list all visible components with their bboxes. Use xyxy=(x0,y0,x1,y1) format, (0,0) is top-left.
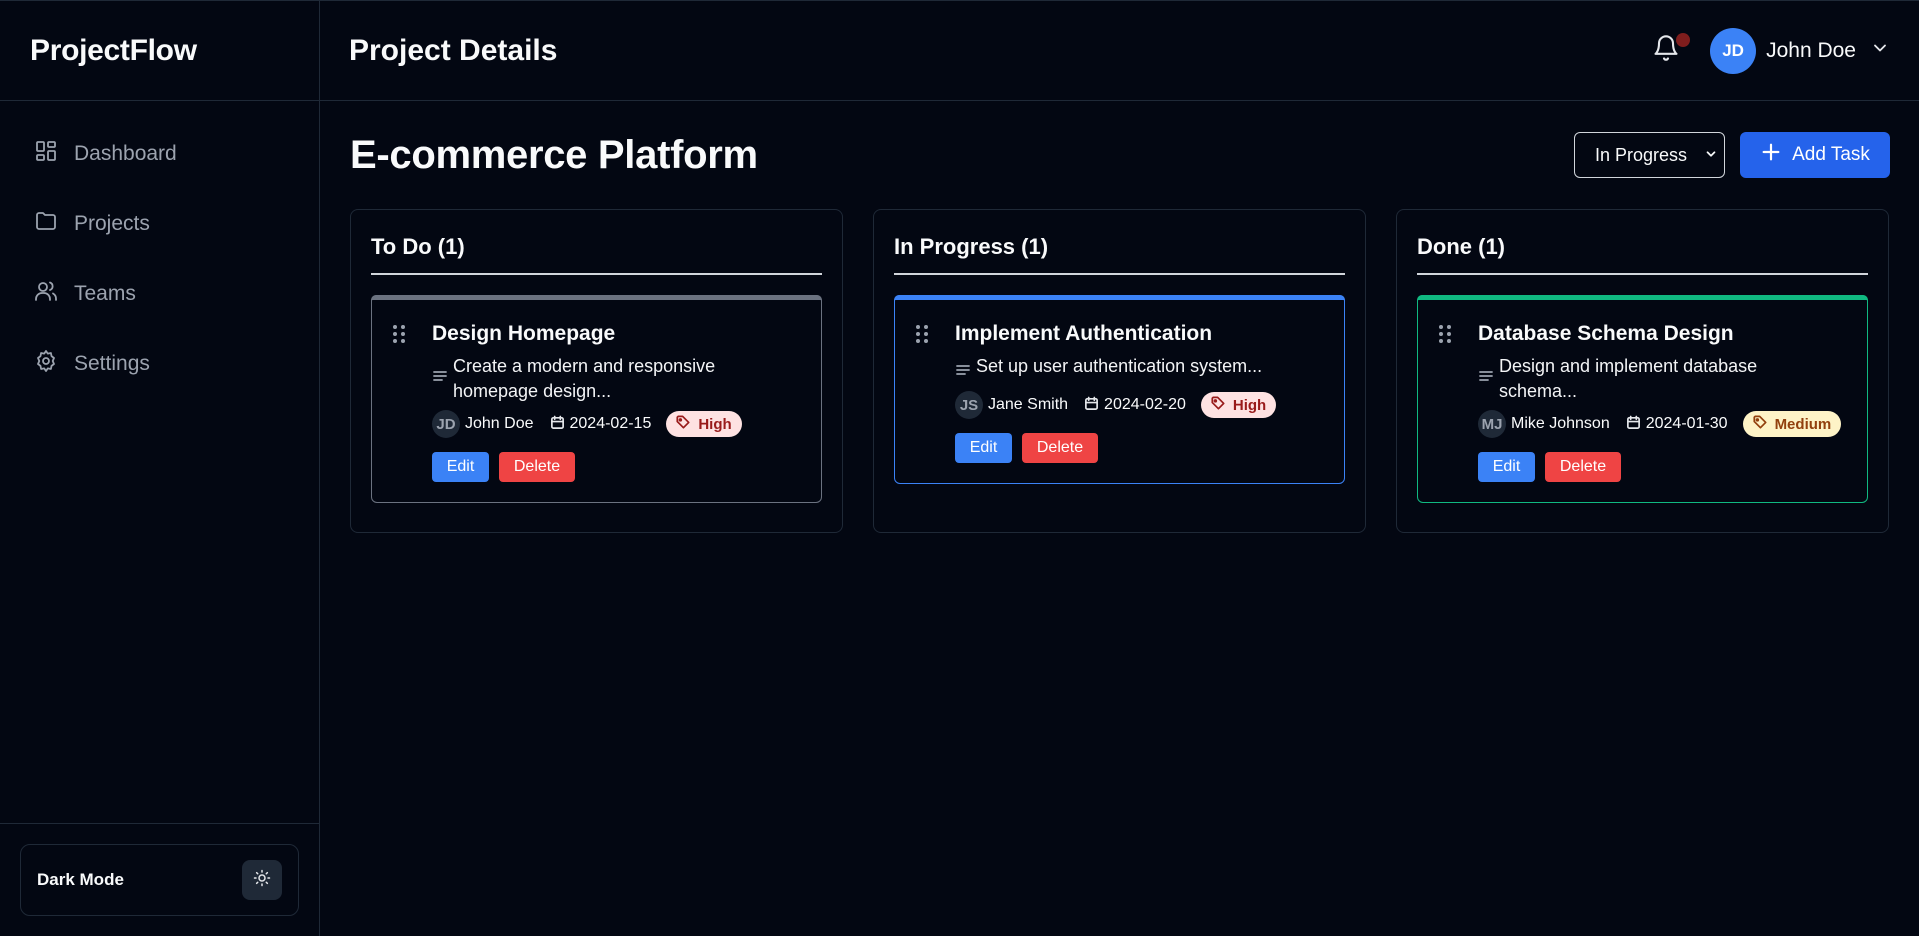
calendar-icon xyxy=(1084,394,1104,416)
task-meta: JD John Doe 2024-02-15 High xyxy=(432,410,805,438)
task-actions: Edit Delete xyxy=(432,452,805,482)
drag-handle-icon[interactable] xyxy=(915,324,929,349)
description-icon xyxy=(955,356,976,385)
task-meta: MJ Mike Johnson 2024-01-30 Medium xyxy=(1478,410,1851,438)
priority-badge: High xyxy=(666,411,742,437)
column-title: In Progress (1) xyxy=(894,230,1345,275)
theme-toggle-button[interactable] xyxy=(242,860,282,900)
sidebar-item-label: Teams xyxy=(74,282,136,305)
sidebar-item-dashboard[interactable]: Dashboard xyxy=(10,125,309,183)
task-due-date: 2024-02-20 xyxy=(1104,396,1186,413)
delete-button[interactable]: Delete xyxy=(1022,433,1098,463)
dashboard-icon xyxy=(34,139,74,169)
sidebar-item-settings[interactable]: Settings xyxy=(10,335,309,393)
notifications-button[interactable] xyxy=(1646,31,1691,71)
sidebar-item-label: Dashboard xyxy=(74,142,177,165)
sidebar-footer: Dark Mode xyxy=(0,823,319,936)
task-actions: Edit Delete xyxy=(955,433,1328,463)
chevron-down-icon xyxy=(1870,38,1890,63)
sidebar-item-label: Settings xyxy=(74,352,150,375)
add-task-button[interactable]: Add Task xyxy=(1740,132,1890,178)
column-done: Done (1) Database Schema Design Design a… xyxy=(1396,209,1889,533)
task-due-date: 2024-02-15 xyxy=(569,415,652,432)
plus-icon xyxy=(1760,141,1792,169)
tag-icon xyxy=(676,415,698,433)
brand-logo[interactable]: ProjectFlow xyxy=(0,0,319,101)
sun-icon xyxy=(253,869,271,892)
priority-badge: Medium xyxy=(1742,411,1842,437)
task-title: Database Schema Design xyxy=(1478,322,1734,345)
task-actions: Edit Delete xyxy=(1478,452,1851,482)
task-description-text: Set up user authentication system... xyxy=(976,356,1263,376)
priority-label: Medium xyxy=(1774,415,1832,433)
avatar: JD xyxy=(1710,27,1757,74)
delete-button[interactable]: Delete xyxy=(1545,452,1621,482)
user-menu[interactable]: JD John Doe xyxy=(1710,27,1890,74)
folder-icon xyxy=(34,209,74,239)
tag-icon xyxy=(1753,415,1775,433)
status-select[interactable]: In Progress xyxy=(1574,132,1725,178)
task-meta: JS Jane Smith 2024-02-20 High xyxy=(955,391,1328,419)
sidebar-item-teams[interactable]: Teams xyxy=(10,265,309,323)
tag-icon xyxy=(1211,396,1233,414)
edit-button[interactable]: Edit xyxy=(1478,452,1535,482)
sidebar-item-projects[interactable]: Projects xyxy=(10,195,309,253)
task-card[interactable]: Database Schema Design Design and implem… xyxy=(1417,295,1868,503)
avatar: JS xyxy=(955,391,983,419)
project-title: E-commerce Platform xyxy=(350,132,758,177)
chevron-down-icon xyxy=(1704,145,1718,166)
column-todo: To Do (1) Design Homepage Create a moder… xyxy=(350,209,843,533)
project-actions: In Progress Add Task xyxy=(1574,132,1890,178)
priority-badge: High xyxy=(1200,392,1277,418)
sidebar-item-label: Projects xyxy=(74,212,150,235)
task-description-text: Create a modern and responsive homepage … xyxy=(453,356,716,401)
task-card[interactable]: Design Homepage Create a modern and resp… xyxy=(371,295,822,503)
page-title: Project Details xyxy=(349,33,558,67)
task-description-text: Design and implement database schema... xyxy=(1499,356,1758,401)
main-content: E-commerce Platform In Progress Add Task… xyxy=(350,101,1890,533)
avatar: JD xyxy=(432,410,460,438)
edit-button[interactable]: Edit xyxy=(955,433,1012,463)
kanban-board: To Do (1) Design Homepage Create a moder… xyxy=(350,209,1890,533)
priority-label: High xyxy=(698,415,732,433)
task-description: Set up user authentication system... xyxy=(955,354,1328,385)
task-assignee: Jane Smith xyxy=(988,396,1069,413)
task-title: Design Homepage xyxy=(432,322,616,345)
sidebar-nav: Dashboard Projects Teams Settings xyxy=(0,101,319,823)
task-assignee: Mike Johnson xyxy=(1511,415,1610,432)
column-title: Done (1) xyxy=(1417,230,1868,275)
calendar-icon xyxy=(1626,413,1646,435)
project-header: E-commerce Platform In Progress Add Task xyxy=(350,101,1890,209)
dark-mode-label: Dark Mode xyxy=(37,870,124,889)
column-title: To Do (1) xyxy=(371,230,822,275)
drag-handle-icon[interactable] xyxy=(1438,324,1452,349)
top-right-controls: JD John Doe xyxy=(1646,27,1890,74)
task-description: Create a modern and responsive homepage … xyxy=(432,354,805,404)
calendar-icon xyxy=(550,413,570,435)
task-card[interactable]: Implement Authentication Set up user aut… xyxy=(894,295,1345,484)
task-due-date: 2024-01-30 xyxy=(1645,415,1728,432)
gear-icon xyxy=(34,349,74,379)
status-select-value: In Progress xyxy=(1595,144,1688,165)
delete-button[interactable]: Delete xyxy=(499,452,575,482)
drag-handle-icon[interactable] xyxy=(392,324,406,349)
top-bar: Project Details JD John Doe xyxy=(320,0,1919,101)
task-description: Design and implement database schema... xyxy=(1478,354,1851,404)
user-name: John Doe xyxy=(1766,38,1856,62)
edit-button[interactable]: Edit xyxy=(432,452,489,482)
description-icon xyxy=(432,362,453,391)
add-task-label: Add Task xyxy=(1792,144,1870,165)
notification-dot xyxy=(1676,32,1691,47)
task-title: Implement Authentication xyxy=(955,322,1213,345)
sidebar: ProjectFlow Dashboard Projects Teams Set… xyxy=(0,0,320,936)
priority-label: High xyxy=(1232,396,1267,414)
dark-mode-card: Dark Mode xyxy=(20,844,299,916)
users-icon xyxy=(34,279,74,309)
column-in-progress: In Progress (1) Implement Authentication… xyxy=(873,209,1366,533)
description-icon xyxy=(1478,362,1499,391)
avatar: MJ xyxy=(1478,410,1506,438)
task-assignee: John Doe xyxy=(465,415,534,432)
